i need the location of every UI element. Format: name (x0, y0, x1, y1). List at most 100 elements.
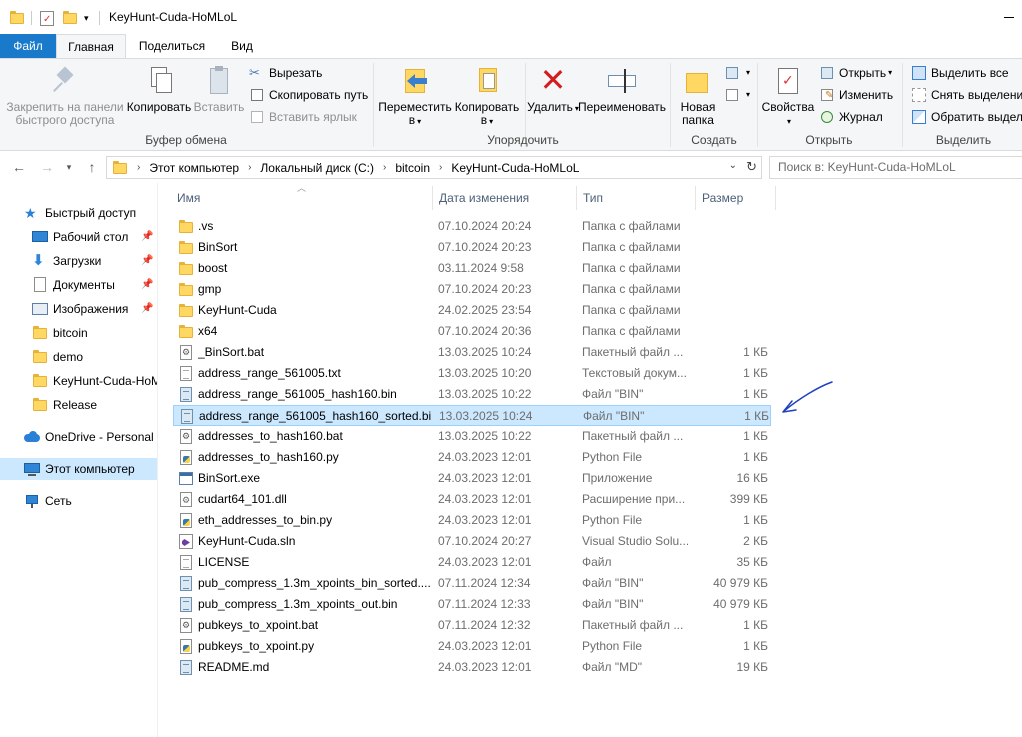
invert-selection-button[interactable]: Обратить выделе (911, 108, 1022, 126)
file-row[interactable]: KeyHunt-Cuda.sln 07.10.2024 20:27 Visual S… (173, 531, 771, 552)
file-row[interactable]: eth_addresses_to_bin.py 24.03.2023 12:01 P… (173, 510, 771, 531)
copy-path-button[interactable]: Скопировать путь (249, 86, 368, 104)
delete-button[interactable]: ✕ Удалить ▾ (527, 64, 579, 115)
history-button[interactable]: Журнал (819, 108, 883, 126)
file-row[interactable]: BinSort.exe 24.03.2023 12:01 Приложение 16 … (173, 468, 771, 489)
tab-home[interactable]: Главная (56, 34, 126, 59)
column-header-size[interactable]: Размер (695, 186, 775, 210)
cut-button[interactable]: ✂ Вырезать (249, 64, 322, 82)
invert-selection-icon (911, 109, 927, 125)
network-icon (24, 493, 40, 509)
nav-demo[interactable]: demo (32, 346, 83, 368)
nav-release[interactable]: Release (32, 394, 97, 416)
nav-network[interactable]: Сеть (24, 490, 72, 512)
file-row[interactable]: README.md 24.03.2023 12:01 Файл "MD" 19 КБ (173, 657, 771, 678)
column-header-name[interactable]: Имя (170, 186, 432, 210)
nav-downloads[interactable]: ⬇ Загрузки (32, 250, 101, 272)
breadcrumb-drive-c[interactable]: Локальный диск (C:) (260, 161, 374, 175)
file-row[interactable]: gmp 07.10.2024 20:23 Папка с файлами (173, 279, 771, 300)
pictures-icon (32, 301, 48, 317)
nav-this-pc[interactable]: Этот компьютер (0, 458, 157, 480)
edit-button[interactable]: ✎ Изменить (819, 86, 893, 104)
copy-to-button[interactable]: Копировать в ▾ (452, 65, 522, 128)
paste-shortcut-button[interactable]: Вставить ярлык (249, 108, 357, 126)
rename-button[interactable]: Переименовать (577, 65, 667, 114)
copy-path-label: Скопировать путь (269, 88, 369, 102)
breadcrumb-bitcoin[interactable]: bitcoin (395, 161, 430, 175)
file-date: 24.03.2023 12:01 (438, 471, 532, 485)
nav-keyhunt[interactable]: KeyHunt-Cuda-HoMLoL (32, 370, 157, 392)
file-name: x64 (198, 324, 218, 338)
file-row[interactable]: address_range_561005_hash160.bin 13.03.20… (173, 384, 771, 405)
column-header-date[interactable]: Дата изменения (432, 186, 576, 210)
file-row[interactable]: pub_compress_1.3m_xpoints_out.bin 07.11.2… (173, 594, 771, 615)
paste-button[interactable]: Вставить (192, 65, 246, 114)
bin-file-icon (178, 597, 194, 613)
file-type: Файл "BIN" (582, 387, 644, 401)
customize-quick-access-icon[interactable]: ▾ (84, 9, 89, 27)
tab-share[interactable]: Поделиться (133, 34, 211, 58)
file-row[interactable]: addresses_to_hash160.py 24.03.2023 12:01 P… (173, 447, 771, 468)
search-input[interactable]: Поиск в: KeyHunt-Cuda-HoMLoL (769, 156, 1022, 179)
new-folder-label-2: папка (682, 113, 714, 127)
file-row[interactable]: pub_compress_1.3m_xpoints_bin_sorted....… (173, 573, 771, 594)
breadcrumb-keyhunt[interactable]: KeyHunt-Cuda-HoMLoL (451, 161, 579, 175)
file-row[interactable]: addresses_to_hash160.bat 13.03.2025 10:22… (173, 426, 771, 447)
bat-file-icon (178, 429, 194, 445)
move-to-button[interactable]: Переместить в ▾ (378, 65, 452, 128)
file-type: Python File (582, 450, 643, 464)
file-name: BinSort.exe (198, 471, 261, 485)
easy-access-button[interactable]: ▾ (724, 86, 750, 104)
nav-onedrive[interactable]: OneDrive - Personal (24, 426, 154, 448)
file-row[interactable]: x64 07.10.2024 20:36 Папка с файлами (173, 321, 771, 342)
minimize-button[interactable] (995, 8, 1022, 28)
properties-button[interactable]: ✓ Свойства ▾ (759, 65, 817, 128)
properties-quick-icon[interactable]: ✓ (40, 9, 54, 27)
clipboard-group-label: Буфер обмена (145, 133, 227, 147)
up-arrow-icon[interactable]: ↑ (84, 159, 100, 175)
file-row[interactable]: _BinSort.bat 13.03.2025 10:24 Пакетный фай… (173, 342, 771, 363)
file-row[interactable]: LICENSE 24.03.2023 12:01 Файл 35 КБ (173, 552, 771, 573)
file-row[interactable]: boost 03.11.2024 9:58 Папка с файлами (173, 258, 771, 279)
file-row[interactable]: KeyHunt-Cuda 24.02.2025 23:54 Папка с файл… (173, 300, 771, 321)
file-row[interactable]: pubkeys_to_xpoint.bat 07.11.2024 12:32 Пак… (173, 615, 771, 636)
open-button[interactable]: Открыть ▾ (819, 64, 892, 82)
select-none-button[interactable]: Снять выделение (911, 86, 1022, 104)
file-name: addresses_to_hash160.bat (198, 429, 343, 443)
tab-file[interactable]: Файл (0, 34, 56, 58)
file-row[interactable]: address_range_561005_hash160_sorted.bin 1… (173, 405, 771, 426)
file-row[interactable]: .vs 07.10.2024 20:24 Папка с файлами (173, 216, 771, 237)
address-history-chevron-icon[interactable]: ⌄ (729, 160, 737, 171)
address-bar[interactable]: › Этот компьютер › Локальный диск (C:) ›… (106, 156, 762, 179)
file-name: LICENSE (198, 555, 250, 569)
new-item-icon (724, 65, 740, 81)
file-date: 24.03.2023 12:01 (438, 492, 532, 506)
column-header-type[interactable]: Тип (576, 186, 696, 210)
pin-quick-access-button[interactable]: Закрепить на панели быстрого доступа (4, 65, 126, 127)
forward-arrow-icon[interactable]: → (39, 159, 55, 175)
refresh-icon[interactable]: ↻ (746, 159, 757, 175)
file-row[interactable]: pubkeys_to_xpoint.py 24.03.2023 12:01 Pyth… (173, 636, 771, 657)
nav-bitcoin[interactable]: bitcoin (32, 322, 88, 344)
file-type: Папка с файлами (582, 240, 681, 254)
new-folder-button[interactable]: Новая папка (674, 65, 722, 127)
nav-documents[interactable]: Документы (32, 274, 115, 296)
nav-quick-access[interactable]: ★ Быстрый доступ (24, 202, 136, 224)
nav-desktop[interactable]: Рабочий стол (32, 226, 128, 248)
file-row[interactable]: BinSort 07.10.2024 20:23 Папка с файлами (173, 237, 771, 258)
new-item-button[interactable]: ▾ (724, 64, 750, 82)
tab-view[interactable]: Вид (222, 34, 262, 58)
column-divider[interactable] (775, 186, 776, 210)
recent-locations-chevron-icon[interactable]: ▾ (61, 159, 77, 175)
nav-pictures[interactable]: Изображения (32, 298, 128, 320)
file-date: 07.11.2024 12:33 (438, 597, 531, 611)
copy-button[interactable]: Копировать (126, 65, 192, 114)
nav-label: Быстрый доступ (45, 206, 137, 220)
file-date: 07.11.2024 12:32 (438, 618, 531, 632)
breadcrumb-this-pc[interactable]: Этот компьютер (149, 161, 239, 175)
file-row[interactable]: cudart64_101.dll 24.03.2023 12:01 Расширен… (173, 489, 771, 510)
new-folder-quick-icon[interactable] (62, 9, 78, 27)
select-all-button[interactable]: Выделить все (911, 64, 1009, 82)
back-arrow-icon[interactable]: ← (11, 159, 27, 175)
file-row[interactable]: address_range_561005.txt 13.03.2025 10:20… (173, 363, 771, 384)
